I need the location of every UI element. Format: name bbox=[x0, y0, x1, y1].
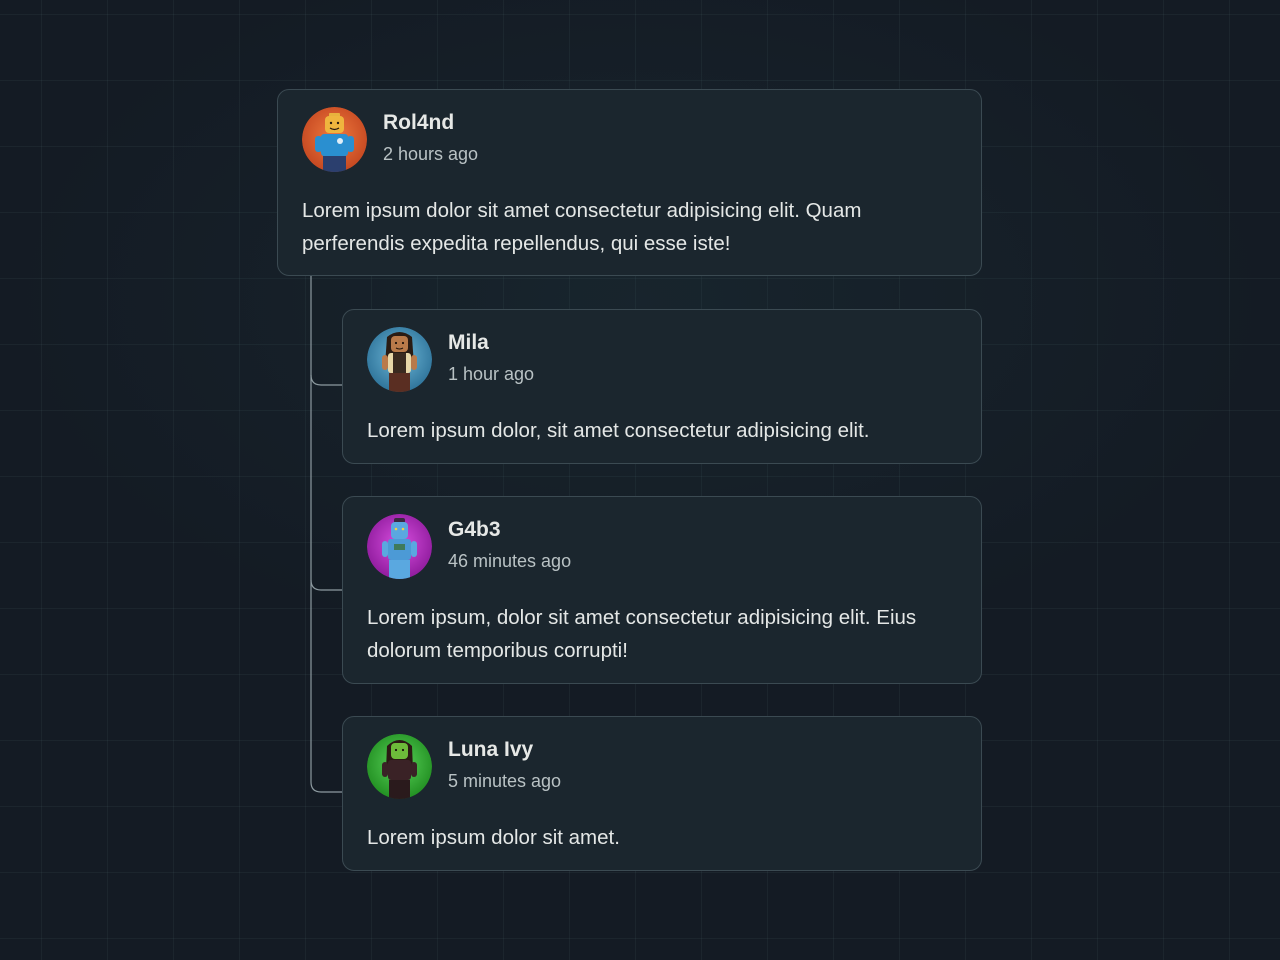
comment-text: Lorem ipsum dolor, sit amet consectetur … bbox=[367, 419, 870, 442]
comment-card-reply: G4b3 46 minutes ago Lorem ipsum, dolor s… bbox=[342, 496, 982, 684]
avatar[interactable] bbox=[367, 326, 432, 392]
comment-author[interactable]: Luna Ivy bbox=[448, 738, 561, 762]
comment-header: Luna Ivy 5 minutes ago bbox=[367, 733, 957, 799]
lego-figure-avatar-icon bbox=[367, 326, 432, 392]
comment-header: Rol4nd 2 hours ago bbox=[302, 106, 957, 172]
comment-author[interactable]: G4b3 bbox=[448, 518, 571, 542]
comment-text: Lorem ipsum, dolor sit amet consectetur … bbox=[367, 606, 917, 662]
comment-header: Mila 1 hour ago bbox=[367, 326, 957, 392]
lego-figure-avatar-icon bbox=[367, 733, 432, 799]
comment-timestamp: 5 minutes ago bbox=[448, 771, 562, 791]
comment-text: Lorem ipsum dolor sit amet. bbox=[367, 826, 620, 849]
avatar[interactable] bbox=[302, 106, 367, 172]
comment-timestamp: 1 hour ago bbox=[448, 364, 535, 384]
lego-figure-avatar-icon bbox=[367, 513, 432, 579]
comment-text: Lorem ipsum dolor sit amet consectetur a… bbox=[302, 199, 862, 255]
comment-card-root: Rol4nd 2 hours ago Lorem ipsum dolor sit… bbox=[277, 89, 982, 276]
comment-header: G4b3 46 minutes ago bbox=[367, 513, 957, 579]
comment-card-reply: Mila 1 hour ago Lorem ipsum dolor, sit a… bbox=[342, 309, 982, 464]
comment-timestamp: 2 hours ago bbox=[383, 144, 479, 164]
comment-timestamp: 46 minutes ago bbox=[448, 551, 572, 571]
avatar[interactable] bbox=[367, 513, 432, 579]
avatar[interactable] bbox=[367, 733, 432, 799]
comment-author[interactable]: Mila bbox=[448, 331, 534, 355]
comment-card-reply: Luna Ivy 5 minutes ago Lorem ipsum dolor… bbox=[342, 716, 982, 871]
lego-figure-avatar-icon bbox=[302, 106, 367, 172]
comment-author[interactable]: Rol4nd bbox=[383, 111, 478, 135]
